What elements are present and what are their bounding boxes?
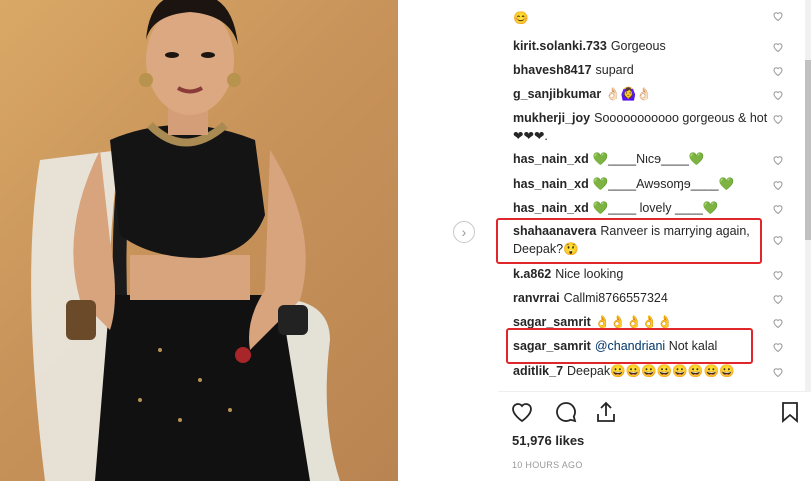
comment-username[interactable]: has_nain_xd (513, 177, 589, 191)
like-comment-heart-icon[interactable] (772, 269, 784, 281)
like-comment-heart-icon[interactable] (772, 41, 784, 53)
like-comment-heart-icon[interactable] (772, 65, 784, 77)
like-comment-heart-icon[interactable] (772, 341, 784, 353)
comment-username[interactable]: k.a862 (513, 267, 551, 281)
comment-item: has_nain_xd 💚____Nιcɘ____💚 (513, 150, 768, 168)
comment-text: Gorgeous (610, 39, 666, 53)
comment-item: has_nain_xd 💚____Awɘsoɱɘ____💚 (513, 175, 768, 193)
comment-item: aditlik_7 Deepak😀😀😀😀😀😀😀😀 (513, 362, 768, 380)
comment-text: 💚____Awɘsoɱɘ____💚 (592, 177, 735, 191)
like-comment-heart-icon[interactable] (772, 113, 784, 125)
comment-item: bhavesh8417 supard (513, 61, 768, 79)
woman-in-black-lehenga-image (31, 0, 340, 481)
like-count[interactable]: 51,976 likes (512, 433, 584, 448)
like-comment-heart-icon[interactable] (772, 179, 784, 191)
comment-text: 💚____Nιcɘ____💚 (592, 152, 705, 166)
comment-username[interactable]: bhavesh8417 (513, 63, 592, 77)
like-comment-heart-icon[interactable] (772, 10, 784, 22)
like-comment-heart-icon[interactable] (772, 366, 784, 378)
comment-username[interactable]: mukherji_joy (513, 111, 590, 125)
comment-text: Callmi8766557324 (563, 291, 668, 305)
like-comment-heart-icon[interactable] (772, 89, 784, 101)
comment-text: Nice looking (555, 267, 624, 281)
comment-item: ranvrrai Callmi8766557324 (513, 289, 768, 307)
chevron-right-icon: › (461, 224, 467, 240)
comment-text: supard (595, 63, 634, 77)
comment-item: mukherji_joy Sooooooooooo gorgeous & hot … (513, 109, 768, 145)
like-comment-heart-icon[interactable] (772, 293, 784, 305)
share-icon[interactable] (594, 400, 618, 424)
comment-username[interactable]: aditlik_7 (513, 364, 563, 378)
highlight-box (506, 328, 753, 364)
next-photo-button[interactable]: › (453, 221, 475, 243)
comment-item: kirit.solanki.733 Gorgeous (513, 37, 768, 55)
comment-username[interactable]: ranvrrai (513, 291, 560, 305)
comment-username[interactable]: kirit.solanki.733 (513, 39, 607, 53)
heart-icon[interactable] (510, 400, 534, 424)
comment-text: 😊 (513, 11, 529, 25)
comment-text: Deepak😀😀😀😀😀😀😀😀 (567, 364, 735, 378)
comment-username[interactable]: has_nain_xd (513, 152, 589, 166)
like-comment-heart-icon[interactable] (772, 203, 784, 215)
post-timestamp[interactable]: 10 HOURS AGO (512, 460, 583, 470)
comment-icon[interactable] (554, 400, 578, 424)
comment-username[interactable]: sagar_samrit (513, 315, 591, 329)
comments-scrollbar-thumb[interactable] (805, 60, 811, 240)
comment-username[interactable]: has_nain_xd (513, 201, 589, 215)
comment-item: g_sanjibkumar 👌🏻🙆‍♀️👌🏻 (513, 85, 768, 103)
comment-text: 👌🏻🙆‍♀️👌🏻 (605, 87, 652, 101)
like-comment-heart-icon[interactable] (772, 234, 784, 246)
divider (498, 391, 811, 392)
post-photo (0, 0, 398, 481)
comment-item: has_nain_xd 💚____ lovely ____💚 (513, 199, 768, 217)
bookmark-icon[interactable] (778, 400, 802, 424)
photo-gutter (398, 0, 498, 481)
comment-item: 😊 (513, 9, 768, 27)
like-comment-heart-icon[interactable] (772, 317, 784, 329)
highlight-box (496, 218, 762, 264)
like-comment-heart-icon[interactable] (772, 154, 784, 166)
comment-username[interactable]: g_sanjibkumar (513, 87, 601, 101)
comment-text: 💚____ lovely ____💚 (592, 201, 719, 215)
comment-text: 👌👌👌👌👌 (594, 315, 673, 329)
comment-item: k.a862 Nice looking (513, 265, 768, 283)
